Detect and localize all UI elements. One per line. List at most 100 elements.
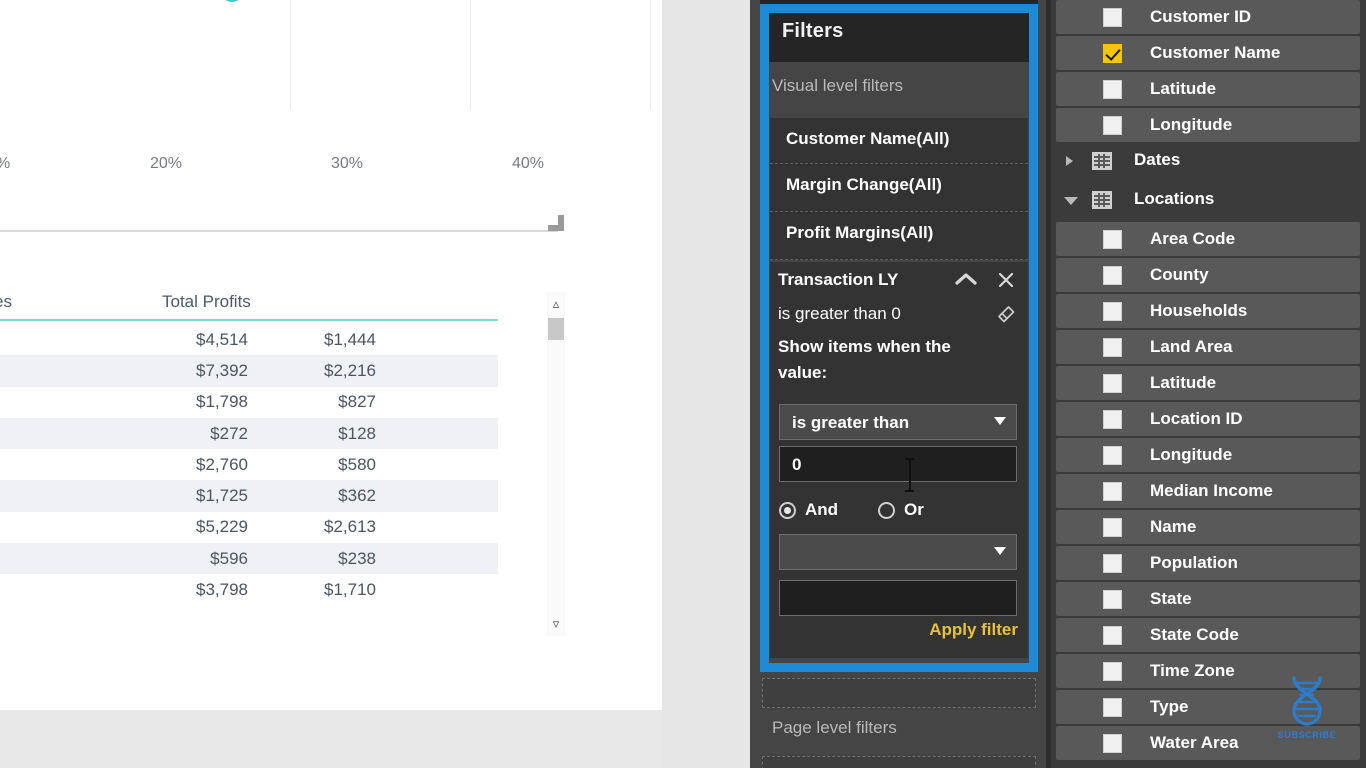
eraser-icon[interactable]	[994, 304, 1016, 329]
visual-filter-dropzone[interactable]	[762, 678, 1036, 708]
table-column-header-profits[interactable]: Total Profits	[162, 292, 251, 312]
chevron-down-icon[interactable]	[994, 417, 1006, 425]
table-column-header-sales[interactable]: es	[0, 292, 12, 312]
field-item-label: Location ID	[1150, 409, 1243, 428]
checkbox-icon[interactable]	[1103, 590, 1122, 609]
radio-and-label[interactable]: And	[805, 500, 838, 520]
visual-resize-handle[interactable]	[548, 215, 564, 231]
table-cell-sales: $1,725	[196, 486, 248, 506]
apply-filter-button[interactable]: Apply filter	[929, 620, 1018, 640]
checkbox-icon[interactable]	[1103, 410, 1122, 429]
chevron-up-icon[interactable]: ▵	[547, 294, 565, 314]
filter-value-input[interactable]: 0	[779, 446, 1017, 482]
field-item-type[interactable]: Type	[1056, 690, 1360, 724]
checkbox-icon[interactable]	[1103, 266, 1122, 285]
table-cell-profits: $362	[338, 486, 376, 506]
checkbox-icon[interactable]	[1103, 302, 1122, 321]
page-filter-dropzone[interactable]	[762, 756, 1036, 768]
filter-card-margin-change[interactable]: Margin Change(All)	[770, 164, 1028, 212]
table-cell-profits: $1,444	[324, 329, 376, 349]
table-scrollbar[interactable]: ▵ ▿	[547, 292, 565, 636]
scrollbar-thumb[interactable]	[548, 318, 564, 340]
table-row[interactable]: $3,798 $1,710	[0, 574, 498, 605]
field-item-state[interactable]: State	[1056, 582, 1360, 616]
filter-condition2-select[interactable]	[779, 534, 1017, 570]
field-item-customer-name[interactable]: Customer Name	[1056, 36, 1360, 70]
field-item-county[interactable]: County	[1056, 258, 1360, 292]
x-tick-label: 20%	[150, 155, 183, 172]
table-cell-profits: $580	[338, 454, 376, 474]
table-cell-profits: $128	[338, 423, 376, 443]
checkbox-icon[interactable]	[1103, 374, 1122, 393]
field-item-state-code[interactable]: State Code	[1056, 618, 1360, 652]
table-row[interactable]: $1,725 $362	[0, 480, 498, 512]
checkbox-icon[interactable]	[1103, 482, 1122, 501]
field-item-longitude[interactable]: Longitude	[1056, 438, 1360, 472]
field-item-label: Area Code	[1150, 229, 1236, 248]
pane-divider[interactable]	[1046, 0, 1051, 768]
chevron-down-icon[interactable]	[994, 547, 1006, 555]
field-item-location-id[interactable]: Location ID	[1056, 402, 1360, 436]
table-row[interactable]: $7,392 $2,216	[0, 355, 498, 387]
table-row[interactable]: $272 $128	[0, 417, 498, 450]
table-group-dates[interactable]: Dates	[1056, 144, 1360, 178]
checkbox-icon[interactable]	[1103, 446, 1122, 465]
chevron-down-icon[interactable]	[1064, 197, 1078, 205]
field-item-land-area[interactable]: Land Area	[1056, 330, 1360, 364]
radio-or[interactable]	[878, 502, 895, 519]
field-item-longitude[interactable]: Longitude	[1056, 108, 1360, 142]
filter-card-customer-name[interactable]: Customer Name(All)	[770, 118, 1028, 164]
checkbox-icon[interactable]	[1103, 230, 1122, 249]
table-row[interactable]: $2,760 $580	[0, 449, 498, 480]
chevron-up-icon[interactable]	[954, 270, 978, 294]
checkbox-icon[interactable]	[1103, 8, 1122, 27]
table-row[interactable]: $1,798 $827	[0, 387, 498, 418]
table-group-locations[interactable]: Locations	[1056, 183, 1360, 217]
field-item-label: Water Area	[1150, 733, 1239, 752]
field-item-latitude[interactable]: Latitude	[1056, 366, 1360, 400]
scatter-chart-visual[interactable]	[0, 0, 651, 230]
chevron-down-icon[interactable]: ▿	[547, 614, 565, 634]
checkbox-icon[interactable]	[1103, 338, 1122, 357]
checkbox-icon[interactable]	[1103, 734, 1122, 753]
field-item-water-area[interactable]: Water Area	[1056, 726, 1360, 760]
filter-condition-select[interactable]: is greater than	[779, 404, 1017, 440]
field-item-households[interactable]: Households	[1056, 294, 1360, 328]
table-row[interactable]: $5,229 $2,613	[0, 512, 498, 543]
checkbox-checked-icon[interactable]	[1103, 44, 1122, 63]
checkbox-icon[interactable]	[1103, 698, 1122, 717]
checkbox-icon[interactable]	[1103, 80, 1122, 99]
radio-and[interactable]	[779, 502, 796, 519]
checkbox-icon[interactable]	[1103, 518, 1122, 537]
checkbox-icon[interactable]	[1103, 626, 1122, 645]
page-level-filters-label: Page level filters	[772, 718, 897, 737]
field-item-time-zone[interactable]: Time Zone	[1056, 654, 1360, 688]
filter-card-transaction-ly[interactable]: Transaction LY is greater than 0 Show it…	[770, 262, 1028, 658]
filters-pane-titlebar: Filters	[760, 0, 1038, 62]
gridline-vertical	[650, 0, 651, 110]
report-canvas: % 20% 30% 40% es Total Profits $4,514 $1,…	[0, 0, 680, 768]
field-item-label: Name	[1150, 517, 1197, 536]
table-group-label: Dates	[1134, 150, 1181, 169]
table-row[interactable]: $596 $238	[0, 543, 498, 575]
field-item-customer-id[interactable]: Customer ID	[1056, 0, 1360, 34]
radio-or-label[interactable]: Or	[904, 500, 924, 520]
checkbox-icon[interactable]	[1103, 554, 1122, 573]
checkbox-icon[interactable]	[1103, 116, 1122, 135]
field-item-latitude[interactable]: Latitude	[1056, 72, 1360, 106]
field-item-name[interactable]: Name	[1056, 510, 1360, 544]
table-row[interactable]: $4,514 $1,444	[0, 324, 498, 355]
close-icon[interactable]	[996, 270, 1016, 295]
field-item-label: Time Zone	[1150, 661, 1235, 680]
field-item-area-code[interactable]: Area Code	[1056, 222, 1360, 256]
field-item-label: Type	[1150, 697, 1189, 716]
table-cell-sales: $7,392	[196, 360, 248, 380]
filter-card-title: Customer Name(All)	[786, 129, 950, 148]
checkbox-icon[interactable]	[1103, 662, 1122, 681]
table-visual[interactable]: es Total Profits $4,514 $1,444 $7,392 $2,21…	[0, 268, 568, 660]
field-item-median-income[interactable]: Median Income	[1056, 474, 1360, 508]
field-item-population[interactable]: Population	[1056, 546, 1360, 580]
filter-value2-input[interactable]	[779, 580, 1017, 616]
filter-card-profit-margins[interactable]: Profit Margins(All)	[770, 212, 1028, 260]
chevron-right-icon[interactable]	[1066, 156, 1073, 166]
